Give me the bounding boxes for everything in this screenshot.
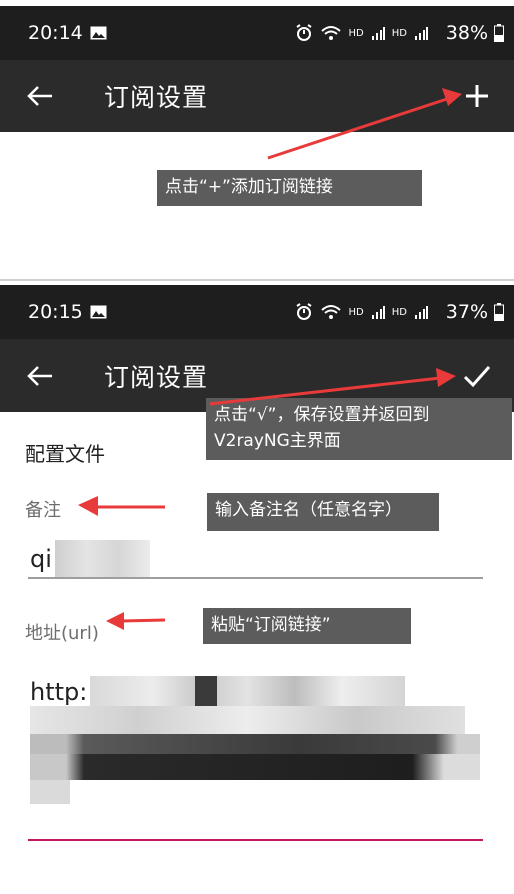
alarm-icon xyxy=(295,303,312,320)
url-input[interactable]: http: xyxy=(30,678,87,706)
redacted-text xyxy=(195,676,217,706)
url-label: 地址(url) xyxy=(25,623,99,644)
signal-icon xyxy=(415,306,428,319)
status-bar-1: 20:14 HD HD 38% xyxy=(0,6,514,60)
screen-divider xyxy=(0,279,514,281)
callout-add-subscription: 点击“+”添加订阅链接 xyxy=(157,170,422,206)
status-time: 20:14 xyxy=(28,22,83,44)
page-title: 订阅设置 xyxy=(104,83,209,112)
section-title: 配置文件 xyxy=(25,442,105,466)
battery-percent: 38% xyxy=(445,22,488,44)
plus-icon[interactable] xyxy=(462,81,492,111)
hd-badge: HD xyxy=(391,27,407,39)
battery-percent: 37% xyxy=(445,301,488,323)
app-bar-1: 订阅设置 xyxy=(0,60,514,132)
annotation-arrow xyxy=(119,618,166,623)
hd-badge: HD xyxy=(348,27,364,39)
battery-icon xyxy=(494,303,504,321)
status-bar-2: 20:15 HD HD 37% xyxy=(0,285,514,339)
status-time: 20:15 xyxy=(28,301,83,323)
redacted-text xyxy=(90,676,405,706)
alarm-icon xyxy=(295,24,312,41)
redacted-text xyxy=(30,706,465,734)
page-title: 订阅设置 xyxy=(104,362,209,392)
annotation-arrow-head xyxy=(106,612,124,630)
back-arrow-icon[interactable] xyxy=(26,364,54,388)
url-underline-focused xyxy=(28,839,483,841)
callout-save: 点击“√”，保存设置并返回到V2rayNG主界面 xyxy=(206,398,512,460)
hd-badge: HD xyxy=(391,306,407,318)
image-icon xyxy=(90,26,107,40)
callout-url: 粘贴“订阅链接” xyxy=(203,608,411,644)
wifi-call-icon xyxy=(320,26,341,40)
redacted-text xyxy=(55,540,150,578)
status-indicators: HD HD xyxy=(295,303,428,321)
signal-icon xyxy=(371,27,385,40)
remarks-underline xyxy=(28,577,483,579)
signal-icon xyxy=(415,27,428,40)
redacted-text xyxy=(30,754,480,780)
remarks-label: 备注 xyxy=(25,500,61,521)
annotation-arrow-head xyxy=(78,496,98,516)
wifi-call-icon xyxy=(320,305,341,319)
hd-badge: HD xyxy=(348,306,364,318)
back-arrow-icon[interactable] xyxy=(26,84,54,108)
check-icon[interactable] xyxy=(462,361,492,391)
redacted-text xyxy=(30,780,70,804)
battery-icon xyxy=(494,24,504,42)
signal-icon xyxy=(371,306,385,319)
callout-remarks: 输入备注名（任意名字） xyxy=(207,493,439,531)
remarks-input[interactable]: qi xyxy=(30,545,52,573)
redacted-text xyxy=(30,734,480,754)
status-indicators: HD HD xyxy=(295,24,428,42)
image-icon xyxy=(90,305,107,319)
